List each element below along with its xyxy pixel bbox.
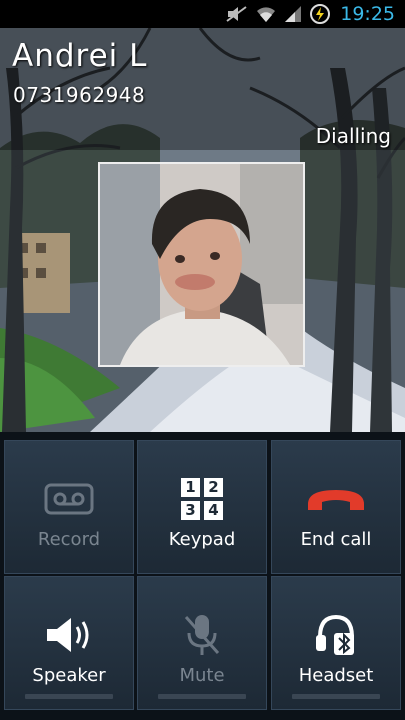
bluetooth-headset-icon — [314, 614, 358, 655]
call-controls: Record 1 2 3 4 Keypad End call Speaker M… — [0, 432, 405, 720]
speaker-toggle-indicator — [25, 694, 113, 699]
mute-toggle-indicator — [158, 694, 246, 699]
wifi-icon — [256, 5, 276, 23]
caller-name: Andrei L — [12, 38, 148, 74]
mute-label: Mute — [179, 665, 225, 686]
record-label: Record — [37, 529, 101, 550]
hang-up-icon — [304, 479, 368, 519]
headset-toggle-indicator — [292, 694, 380, 699]
clock: 19:25 — [340, 3, 395, 25]
mute-button[interactable]: Mute — [137, 576, 267, 710]
headset-label: Headset — [298, 665, 374, 686]
keypad-icon-digit: 4 — [204, 501, 223, 520]
keypad-label: Keypad — [168, 529, 236, 550]
caller-background: Andrei L 0731962948 Dialling — [0, 28, 405, 432]
keypad-icon-digit: 3 — [181, 501, 200, 520]
speaker-button[interactable]: Speaker — [4, 576, 134, 710]
signal-icon — [284, 5, 302, 23]
speaker-label: Speaker — [32, 665, 106, 686]
keypad-icon-digit: 2 — [204, 478, 223, 497]
keypad-icon-digit: 1 — [181, 478, 200, 497]
call-status: Dialling — [315, 124, 391, 148]
mute-notification-icon — [226, 5, 248, 23]
battery-charging-icon — [310, 4, 331, 24]
headset-button[interactable]: Headset — [271, 576, 401, 710]
caller-number: 0731962948 — [13, 83, 146, 107]
caller-photo — [98, 162, 305, 367]
tape-recorder-icon — [44, 479, 94, 519]
keypad-button[interactable]: 1 2 3 4 Keypad — [137, 440, 267, 574]
mute-microphone-icon — [182, 615, 222, 655]
speaker-icon — [45, 615, 93, 655]
end-call-button[interactable]: End call — [271, 440, 401, 574]
keypad-icon: 1 2 3 4 — [181, 478, 223, 520]
record-button[interactable]: Record — [4, 440, 134, 574]
end-call-label: End call — [300, 529, 372, 550]
status-bar: 19:25 — [0, 0, 405, 28]
